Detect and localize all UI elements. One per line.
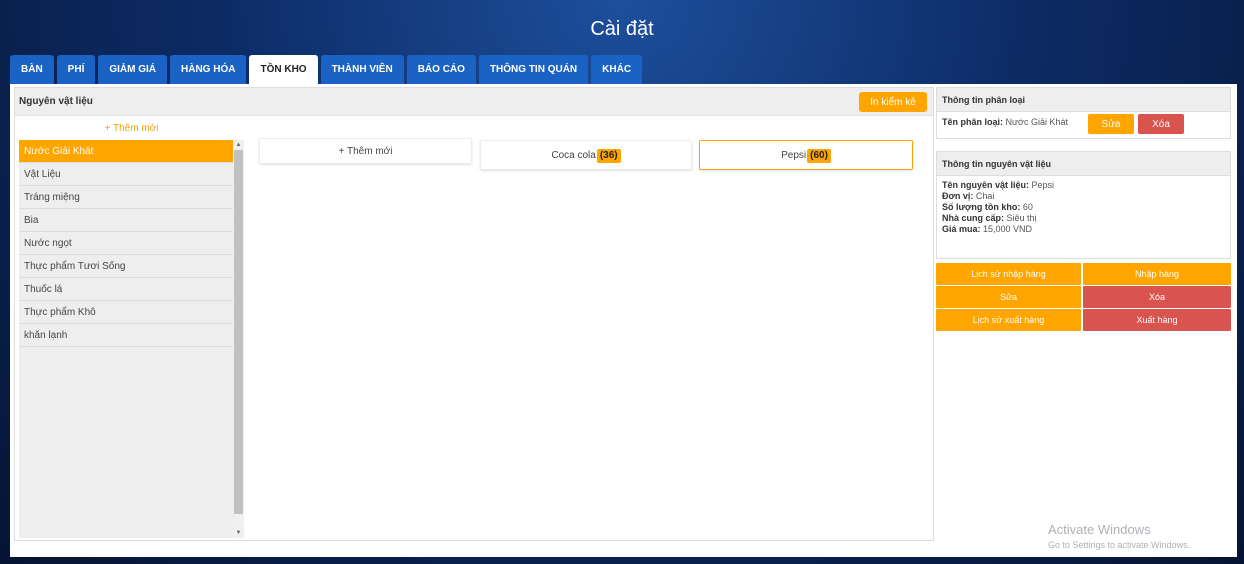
add-material-button[interactable]: + Thêm mới bbox=[259, 138, 472, 164]
tab-bao-cao[interactable]: BÁO CÁO bbox=[406, 55, 476, 84]
delete-category-button[interactable]: Xóa bbox=[1138, 114, 1184, 134]
category-scrollbar[interactable]: ▲ ▼ bbox=[233, 140, 244, 538]
material-name: Pepsi bbox=[781, 150, 807, 161]
main-content: Nguyên vật liệu In kiểm kê + Thêm mới Nư… bbox=[10, 84, 1237, 557]
category-item[interactable]: Thực phẩm Khô bbox=[19, 301, 233, 324]
category-item[interactable]: Vật Liệu bbox=[19, 163, 233, 186]
stock-value: 60 bbox=[1022, 202, 1033, 212]
activate-windows-watermark: Activate Windows Go to Settings to activ… bbox=[1048, 522, 1190, 550]
category-info-title: Thông tin phân loại bbox=[937, 88, 1230, 112]
category-item[interactable]: Nước ngọt bbox=[19, 232, 233, 255]
tab-khac[interactable]: KHÁC bbox=[591, 55, 643, 84]
scroll-down-icon[interactable]: ▼ bbox=[233, 528, 244, 538]
category-name-line: Tên phân loại: Nước Giải Khát bbox=[937, 117, 1230, 128]
tab-thanh-vien[interactable]: THÀNH VIÊN bbox=[320, 55, 404, 84]
quantity-badge: (60) bbox=[807, 149, 831, 163]
unit-label: Đơn vị: bbox=[942, 191, 974, 201]
stock-label: Số lượng tồn kho: bbox=[942, 202, 1021, 212]
material-card-pepsi[interactable]: Pepsi (60) bbox=[699, 140, 913, 170]
tab-ban[interactable]: BÀN bbox=[10, 55, 54, 84]
category-item[interactable]: Thực phẩm Tươi Sống bbox=[19, 255, 233, 278]
supplier-label: Nhà cung cấp: bbox=[942, 213, 1005, 223]
price-line: Giá mua: 15,000 VND bbox=[937, 224, 1230, 235]
scroll-up-icon[interactable]: ▲ bbox=[233, 140, 244, 150]
export-button[interactable]: Xuất hàng bbox=[1083, 309, 1231, 331]
category-name-label: Tên phân loại: bbox=[942, 117, 1004, 127]
supplier-value: Siêu thị bbox=[1006, 213, 1037, 223]
watermark-subtitle: Go to Settings to activate Windows. bbox=[1048, 540, 1191, 550]
material-card-coca-cola[interactable]: Coca cola (36) bbox=[480, 140, 692, 170]
material-info-box: Thông tin nguyên vật liệu Tên nguyên vật… bbox=[936, 151, 1231, 259]
materials-panel: Nguyên vật liệu In kiểm kê + Thêm mới Nư… bbox=[14, 87, 934, 541]
delete-material-button[interactable]: Xóa bbox=[1083, 286, 1231, 308]
unit-value: Chai bbox=[975, 191, 995, 201]
print-inventory-button[interactable]: In kiểm kê bbox=[859, 92, 927, 112]
add-category-button[interactable]: + Thêm mới bbox=[19, 118, 244, 140]
supplier-line: Nhà cung cấp: Siêu thị bbox=[937, 213, 1230, 224]
stock-line: Số lượng tồn kho: 60 bbox=[937, 202, 1230, 213]
tab-phi[interactable]: PHÍ bbox=[56, 55, 96, 84]
material-name-value: Pepsi bbox=[1031, 180, 1055, 190]
settings-tabs: BÀN PHÍ GIẢM GIÁ HÀNG HÓA TỒN KHO THÀNH … bbox=[10, 55, 643, 84]
scroll-thumb[interactable] bbox=[234, 150, 243, 514]
category-list: + Thêm mới Nước Giải Khát Vật Liệu Tráng… bbox=[19, 118, 244, 538]
price-value: 15,000 VND bbox=[983, 224, 1033, 234]
watermark-title: Activate Windows bbox=[1048, 522, 1151, 537]
edit-material-button[interactable]: Sửa bbox=[936, 286, 1081, 308]
materials-title: Nguyên vật liệu bbox=[19, 96, 93, 107]
edit-category-button[interactable]: Sửa bbox=[1088, 114, 1134, 134]
tab-thong-tin-quan[interactable]: THÔNG TIN QUÁN bbox=[478, 55, 589, 84]
category-item[interactable]: Thuốc lá bbox=[19, 278, 233, 301]
material-name-label: Tên nguyên vật liệu: bbox=[942, 180, 1030, 190]
material-name-line: Tên nguyên vật liệu: Pepsi bbox=[937, 180, 1230, 191]
material-name: Coca cola bbox=[551, 150, 596, 161]
tab-ton-kho[interactable]: TỒN KHO bbox=[249, 55, 318, 84]
unit-line: Đơn vị: Chai bbox=[937, 191, 1230, 202]
details-panel: Thông tin phân loại Tên phân loại: Nước … bbox=[936, 87, 1231, 541]
material-info-title: Thông tin nguyên vật liệu bbox=[937, 152, 1230, 176]
materials-header: Nguyên vật liệu In kiểm kê bbox=[15, 88, 933, 116]
quantity-badge: (36) bbox=[596, 149, 621, 163]
export-history-button[interactable]: Lịch sử xuất hàng bbox=[936, 309, 1081, 331]
category-item[interactable]: Nước Giải Khát bbox=[19, 140, 233, 163]
import-button[interactable]: Nhập hàng bbox=[1083, 263, 1231, 285]
price-label: Giá mua: bbox=[942, 224, 981, 234]
category-item[interactable]: Tráng miệng bbox=[19, 186, 233, 209]
import-history-button[interactable]: Lịch sử nhập hàng bbox=[936, 263, 1081, 285]
tab-hang-hoa[interactable]: HÀNG HÓA bbox=[170, 55, 247, 84]
window-title: Cài đặt bbox=[590, 18, 654, 40]
tab-giam-gia[interactable]: GIẢM GIÁ bbox=[98, 55, 168, 84]
category-name-value: Nước Giải Khát bbox=[1005, 117, 1068, 127]
category-info-box: Thông tin phân loại Tên phân loại: Nước … bbox=[936, 87, 1231, 139]
category-item[interactable]: Bia bbox=[19, 209, 233, 232]
category-item[interactable]: khăn lạnh bbox=[19, 324, 233, 347]
